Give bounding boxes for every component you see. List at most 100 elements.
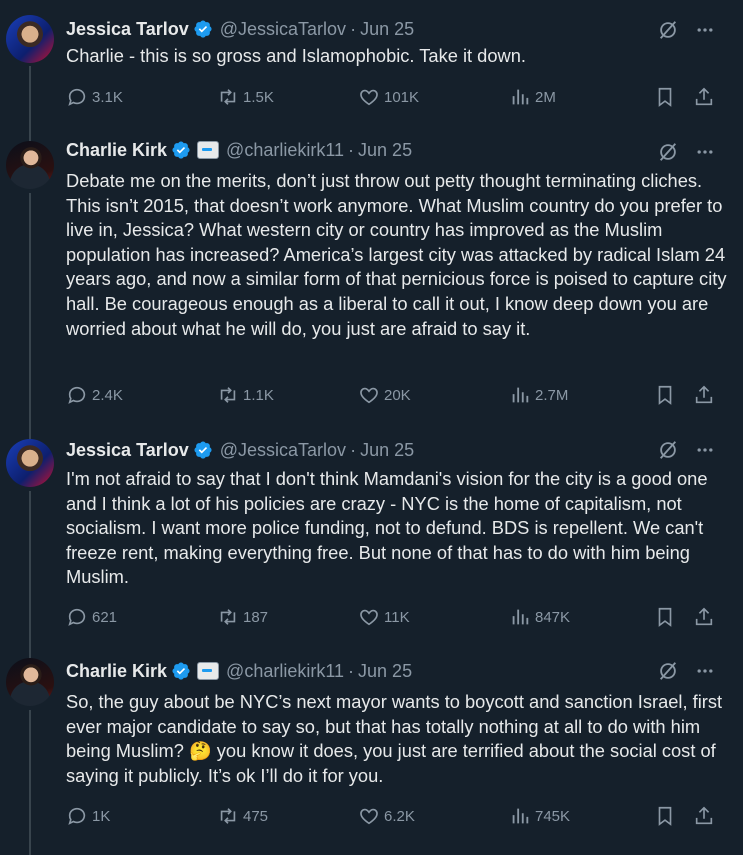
views-button[interactable]: 745K	[509, 805, 570, 827]
author-name[interactable]: Jessica Tarlov	[66, 440, 189, 461]
grok-icon[interactable]	[657, 439, 679, 461]
like-icon	[360, 387, 378, 404]
like-button[interactable]: 20K	[358, 384, 411, 406]
views-icon	[512, 609, 529, 625]
bookmark-button[interactable]	[654, 805, 680, 827]
reply-count: 3.1K	[92, 88, 123, 106]
separator: ·	[348, 139, 355, 160]
view-count: 847K	[535, 608, 571, 626]
retweet-button[interactable]: 187	[217, 606, 268, 628]
more-icon[interactable]	[695, 661, 715, 681]
verified-badge-icon	[171, 661, 191, 681]
bookmark-button[interactable]	[654, 606, 680, 628]
tweet-date[interactable]: Jun 25	[358, 661, 412, 682]
tweet-date[interactable]: Jun 25	[360, 19, 414, 40]
bookmark-icon	[658, 87, 672, 107]
like-count: 20K	[384, 386, 411, 404]
grok-icon[interactable]	[657, 19, 679, 41]
reply-icon	[68, 88, 86, 106]
views-button[interactable]: 847K	[509, 606, 570, 628]
reply-icon	[68, 807, 86, 825]
views-icon	[512, 387, 529, 403]
like-count: 101K	[384, 88, 420, 106]
avatar[interactable]	[6, 15, 54, 63]
grok-icon[interactable]	[657, 660, 679, 682]
share-button[interactable]	[693, 805, 719, 827]
share-button[interactable]	[693, 86, 719, 108]
like-button[interactable]: 11K	[358, 606, 410, 628]
tweet-header: Jessica Tarlov @JessicaTarlov · Jun 25	[66, 17, 414, 41]
share-button[interactable]	[693, 384, 719, 406]
more-icon[interactable]	[695, 142, 715, 162]
retweet-button[interactable]: 1.1K	[217, 384, 274, 406]
avatar[interactable]	[6, 439, 54, 487]
author-name[interactable]: Charlie Kirk	[66, 661, 167, 682]
reply-count: 1K	[92, 807, 111, 825]
reply-button[interactable]: 3.1K	[66, 86, 123, 108]
tweet-text: Charlie - this is so gross and Islamopho…	[66, 45, 526, 66]
thread-line	[29, 193, 31, 431]
avatar[interactable]	[6, 658, 54, 706]
avatar[interactable]	[6, 141, 54, 189]
views-button[interactable]: 2.7M	[509, 384, 568, 406]
tweet-text: I'm not afraid to say that I don't think…	[66, 468, 713, 588]
affiliate-badge-icon[interactable]	[197, 662, 220, 680]
grok-icon[interactable]	[657, 141, 679, 163]
share-icon	[695, 385, 713, 404]
reply-count: 621	[92, 608, 118, 626]
author-handle[interactable]: @JessicaTarlov	[220, 19, 346, 40]
bookmark-icon	[658, 385, 672, 405]
tweet-actions: 1K 475 6.2K 745K	[66, 805, 716, 829]
share-icon	[695, 607, 713, 626]
retweet-button[interactable]: 1.5K	[217, 86, 274, 108]
views-button[interactable]: 2M	[509, 86, 556, 108]
verified-badge-icon	[171, 140, 191, 160]
view-count: 2M	[535, 88, 556, 106]
retweet-count: 1.5K	[243, 88, 274, 106]
author-handle[interactable]: @charliekirk11	[226, 661, 344, 682]
bookmark-button[interactable]	[654, 384, 680, 406]
affiliate-badge-icon[interactable]	[197, 141, 220, 159]
verified-badge-icon	[193, 440, 213, 460]
tweet[interactable]: Jessica Tarlov @JessicaTarlov · Jun 25 C…	[0, 0, 743, 130]
author-name[interactable]: Jessica Tarlov	[66, 19, 189, 40]
author-handle[interactable]: @JessicaTarlov	[220, 440, 346, 461]
tweet-text: So, the guy about be NYC’s next mayor wa…	[66, 691, 728, 786]
reply-button[interactable]: 621	[66, 606, 117, 628]
more-icon[interactable]	[695, 440, 715, 460]
tweet-header: Charlie Kirk @charliekirk11 · Jun 25	[66, 659, 412, 683]
like-icon	[360, 609, 378, 626]
like-button[interactable]: 6.2K	[358, 805, 415, 827]
share-icon	[695, 87, 713, 106]
tweet[interactable]: Jessica Tarlov @JessicaTarlov · Jun 25 I…	[0, 431, 743, 650]
tweet[interactable]: Charlie Kirk @charliekirk11 · Jun 25 So,…	[0, 650, 743, 855]
tweet-actions: 621 187 11K 847K	[66, 606, 716, 630]
tweet[interactable]: Charlie Kirk @charliekirk11 · Jun 25 Deb…	[0, 130, 743, 431]
separator: ·	[350, 439, 357, 460]
author-handle[interactable]: @charliekirk11	[226, 140, 344, 161]
share-button[interactable]	[693, 606, 719, 628]
reply-button[interactable]: 1K	[66, 805, 110, 827]
bookmark-icon	[658, 806, 672, 826]
retweet-button[interactable]: 475	[217, 805, 268, 827]
retweet-icon	[220, 387, 236, 403]
retweet-icon	[220, 808, 236, 824]
bookmark-button[interactable]	[654, 86, 680, 108]
tweet-text: Debate me on the merits, don’t just thro…	[66, 170, 732, 339]
tweet-actions: 2.4K 1.1K 20K 2.7M	[66, 384, 716, 408]
reply-button[interactable]: 2.4K	[66, 384, 123, 406]
bookmark-icon	[658, 607, 672, 627]
verified-badge-icon	[193, 19, 213, 39]
thread-line	[29, 710, 31, 855]
more-icon[interactable]	[695, 20, 715, 40]
share-icon	[695, 806, 713, 825]
thread-line	[29, 491, 31, 650]
author-name[interactable]: Charlie Kirk	[66, 140, 167, 161]
tweet-top-icons	[657, 19, 715, 41]
tweet-date[interactable]: Jun 25	[360, 440, 414, 461]
separator: ·	[348, 660, 355, 681]
like-button[interactable]: 101K	[358, 86, 419, 108]
tweet-date[interactable]: Jun 25	[358, 140, 412, 161]
views-icon	[512, 808, 529, 824]
view-count: 745K	[535, 807, 571, 825]
